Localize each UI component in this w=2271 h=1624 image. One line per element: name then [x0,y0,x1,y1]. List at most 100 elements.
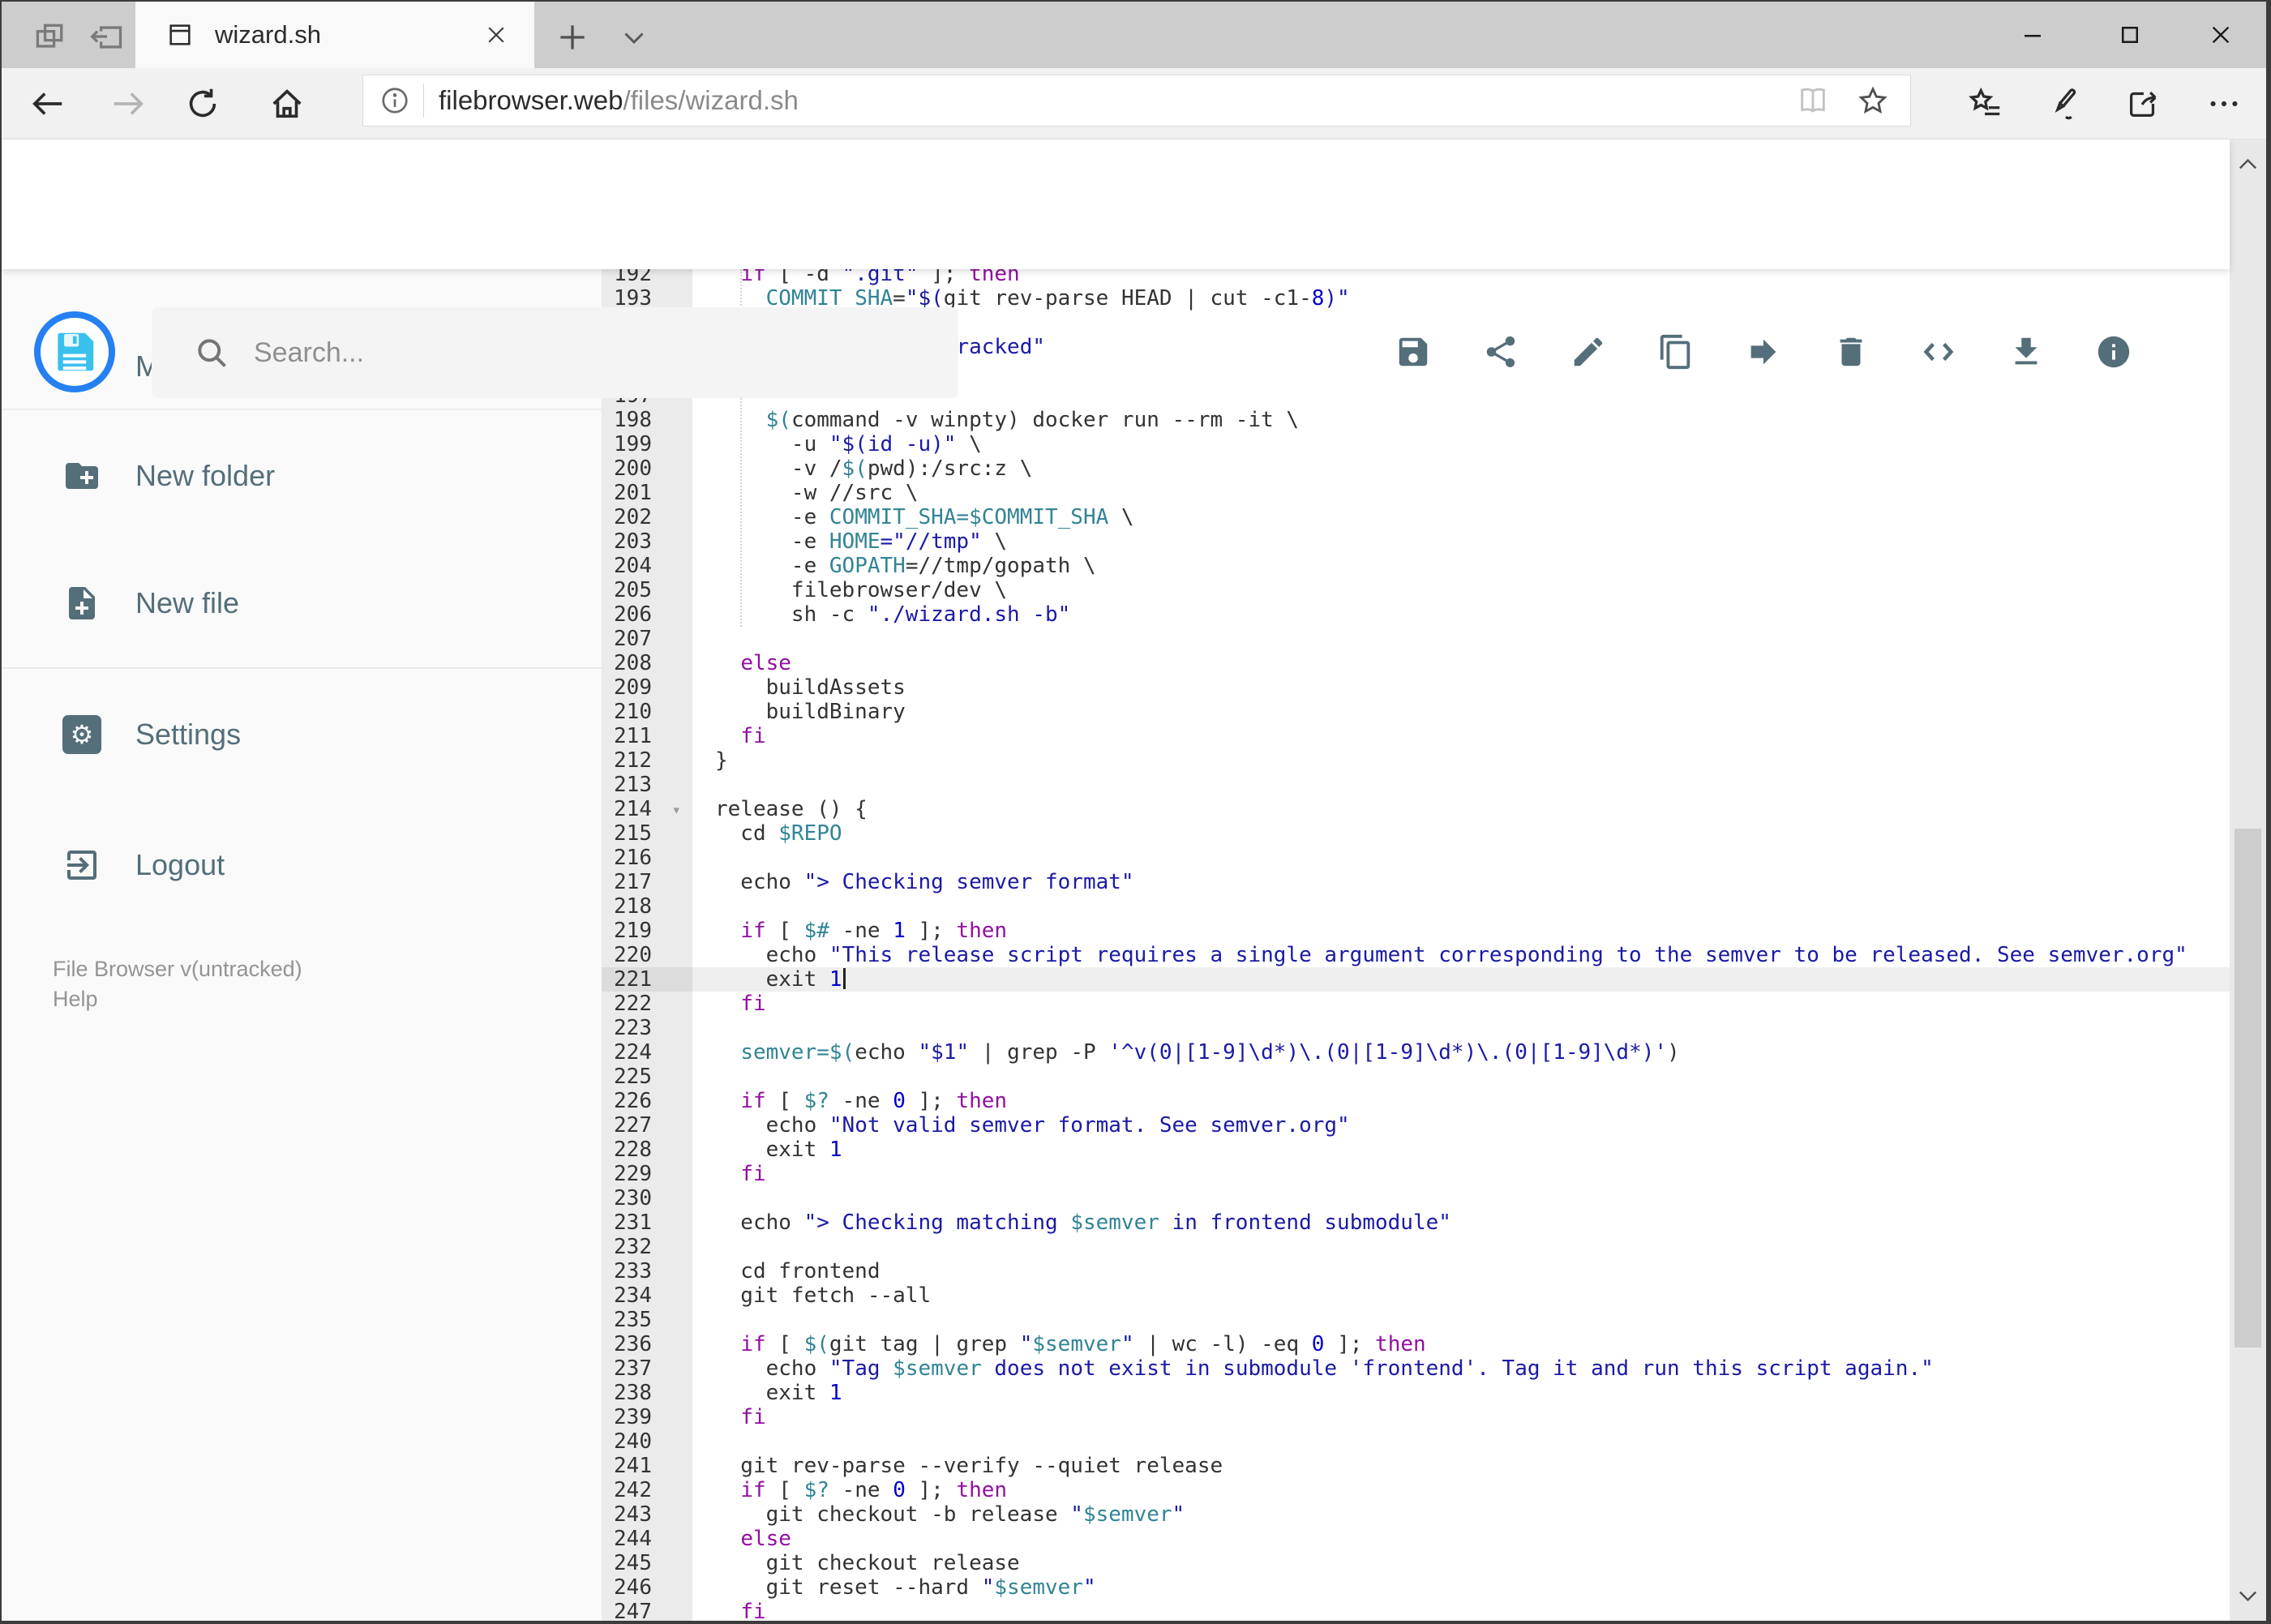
code-line[interactable]: 204 -e GOPATH=//tmp/gopath \ [602,554,2230,578]
code-line[interactable]: 247 fi [602,1600,2230,1621]
maximize-button[interactable] [2093,13,2166,57]
download-button[interactable] [2007,333,2045,371]
line-number[interactable]: 202 [602,505,692,529]
line-number[interactable]: 246 [602,1575,692,1600]
code-line[interactable]: 215 cd $REPO [602,821,2230,846]
tab-preview-icon[interactable] [32,19,68,55]
set-tabs-aside-icon[interactable] [89,19,125,55]
site-info-icon[interactable] [379,85,410,116]
line-number[interactable]: 226 [602,1089,692,1113]
line-number[interactable]: 204 [602,554,692,578]
sidebar-item-settings[interactable]: ⚙ Settings [2,694,602,775]
code-line[interactable]: 199 -u "$(id -u)" \ [602,432,2230,456]
code-line[interactable]: 226 if [ $? -ne 0 ]; then [602,1089,2230,1113]
code-line[interactable]: 232 [602,1235,2230,1259]
code-line[interactable]: 228 exit 1 [602,1138,2230,1162]
line-number[interactable]: 217 [602,870,692,894]
code-line[interactable]: 218 [602,894,2230,919]
line-number[interactable]: 220 [602,943,692,967]
new-tab-icon[interactable] [555,19,590,55]
url-bar[interactable]: filebrowser.web/files/wizard.sh [362,75,1911,126]
info-button[interactable] [2095,333,2132,371]
delete-button[interactable] [1832,333,1870,371]
line-number[interactable]: 213 [602,773,692,797]
code-line[interactable]: 246 git reset --hard "$semver" [602,1575,2230,1600]
minimize-button[interactable] [1996,13,2069,57]
scroll-down-icon[interactable] [2236,1584,2260,1608]
close-window-button[interactable] [2184,13,2257,57]
code-line[interactable]: 234 git fetch --all [602,1283,2230,1308]
line-number[interactable]: 237 [602,1356,692,1381]
code-line[interactable]: 241 git rev-parse --verify --quiet relea… [602,1454,2230,1478]
code-line[interactable]: 205 filebrowser/dev \ [602,578,2230,602]
code-line[interactable]: 216 [602,846,2230,870]
code-editor[interactable]: 192 if [ -d ".git" ]; then 193 COMMIT_SHA… [602,269,2230,1621]
web-note-pen-icon[interactable] [2046,85,2084,122]
share-button[interactable] [1482,333,1519,371]
line-number[interactable]: 227 [602,1113,692,1138]
line-number[interactable]: 245 [602,1551,692,1575]
copy-button[interactable] [1657,333,1695,371]
line-number[interactable]: 234 [602,1283,692,1308]
code-line[interactable]: 233 cd frontend [602,1259,2230,1283]
line-number[interactable]: 192 [602,269,692,286]
code-line[interactable]: 222 fi [602,992,2230,1016]
line-number[interactable]: 224 [602,1040,692,1065]
code-line[interactable]: 224 semver=$(echo "$1" | grep -P '^v(0|[… [602,1040,2230,1065]
code-line[interactable]: 242 if [ $? -ne 0 ]; then [602,1478,2230,1502]
code-line[interactable]: 208 else [602,651,2230,675]
code-line[interactable]: 192 if [ -d ".git" ]; then [602,269,2230,286]
code-line[interactable]: 198 $(command -v winpty) docker run --rm… [602,408,2230,432]
code-line[interactable]: 219 if [ $# -ne 1 ]; then [602,919,2230,943]
code-line[interactable]: 231 echo "> Checking matching $semver in… [602,1211,2230,1235]
code-view-button[interactable] [1920,333,1957,371]
line-number[interactable]: 228 [602,1138,692,1162]
code-line[interactable]: 212} [602,748,2230,773]
code-line[interactable]: 227 echo "Not valid semver format. See s… [602,1113,2230,1138]
line-number[interactable]: 238 [602,1381,692,1405]
line-number[interactable]: 219 [602,919,692,943]
search-input[interactable] [254,336,958,369]
save-button[interactable] [1395,333,1432,371]
line-number[interactable]: 225 [602,1065,692,1089]
code-line[interactable]: 207 [602,627,2230,651]
line-number[interactable]: 203 [602,529,692,554]
line-number[interactable]: 247 [602,1600,692,1621]
line-number[interactable]: 208 [602,651,692,675]
scrollbar-thumb[interactable] [2235,829,2261,1348]
edit-button[interactable] [1570,333,1607,371]
ellipsis-icon[interactable] [2205,85,2243,122]
line-number[interactable]: 206 [602,602,692,627]
forward-icon[interactable] [109,85,147,122]
line-number[interactable]: 243 [602,1502,692,1527]
home-icon[interactable] [268,85,306,122]
line-number[interactable]: 232 [602,1235,692,1259]
hub-icon[interactable] [1967,85,2004,122]
scroll-up-icon[interactable] [2236,152,2260,176]
code-line[interactable]: 200 -v /$(pwd):/src:z \ [602,456,2230,481]
filebrowser-logo[interactable] [34,311,115,392]
help-link[interactable]: Help [53,987,98,1012]
code-line[interactable]: 203 -e HOME="//tmp" \ [602,529,2230,554]
code-line[interactable]: 236 if [ $(git tag | grep "$semver" | wc… [602,1332,2230,1356]
line-number[interactable]: 211 [602,724,692,748]
sidebar-item-new-folder[interactable]: New folder [2,435,602,516]
reading-view-icon[interactable] [1797,84,1829,117]
line-number[interactable]: 239 [602,1405,692,1429]
line-number[interactable]: 201 [602,481,692,505]
code-line[interactable]: 209 buildAssets [602,675,2230,700]
code-line[interactable]: 229 fi [602,1162,2230,1186]
code-line[interactable]: 225 [602,1065,2230,1089]
code-line[interactable]: 221 exit 1 [602,967,2230,992]
favorite-star-icon[interactable] [1857,84,1889,117]
code-line[interactable]: 201 -w //src \ [602,481,2230,505]
line-number[interactable]: 207 [602,627,692,651]
line-number[interactable]: 209 [602,675,692,700]
close-tab-icon[interactable] [484,23,508,47]
refresh-icon[interactable] [184,85,221,122]
line-number[interactable]: 215 [602,821,692,846]
code-line[interactable]: 217 echo "> Checking semver format" [602,870,2230,894]
back-icon[interactable] [29,85,66,122]
fold-toggle-icon[interactable]: ▾ [672,798,681,822]
code-line[interactable]: 237 echo "Tag $semver does not exist in … [602,1356,2230,1381]
